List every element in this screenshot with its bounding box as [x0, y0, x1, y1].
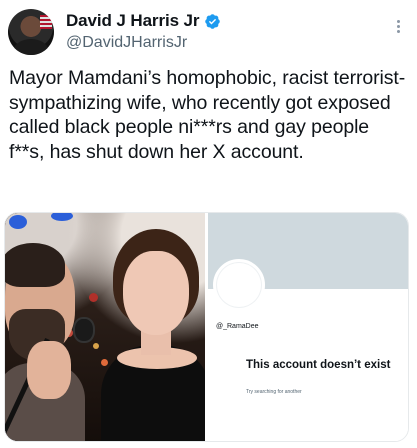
avatar-shirt: [14, 39, 48, 55]
photo-bokeh: [101, 359, 108, 366]
author-avatar[interactable]: [8, 9, 54, 55]
photo-hand: [27, 341, 71, 399]
photo-bokeh: [93, 343, 99, 349]
author-name-row: David J Harris Jr: [66, 11, 221, 31]
photo-microphone: [73, 317, 95, 343]
more-options-icon[interactable]: [391, 18, 405, 38]
photo-bokeh: [89, 293, 98, 302]
account-missing-subtitle: Try searching for another: [246, 389, 302, 395]
media-photo-left[interactable]: [5, 213, 205, 441]
profile-picture: [213, 259, 265, 311]
account-missing-title: This account doesn’t exist: [246, 359, 391, 371]
photo-woman-face: [123, 251, 189, 335]
flag-detail: [40, 15, 52, 29]
media-screenshot-right[interactable]: @_RamaDee This account doesn’t exist Try…: [208, 213, 408, 441]
tweet-text: Mayor Mamdani’s homophobic, racist terro…: [9, 67, 406, 163]
author-handle[interactable]: @DavidJHarrisJr: [66, 34, 187, 52]
tweet-media[interactable]: @_RamaDee This account doesn’t exist Try…: [4, 212, 409, 442]
tweet-header: David J Harris Jr @DavidJHarrisJr: [0, 0, 417, 62]
author-display-name[interactable]: David J Harris Jr: [66, 11, 200, 31]
profile-handle: @_RamaDee: [216, 323, 259, 330]
photo-man-hair: [5, 243, 65, 287]
photo-blue-blob: [9, 215, 27, 229]
verified-badge-icon: [205, 13, 221, 29]
